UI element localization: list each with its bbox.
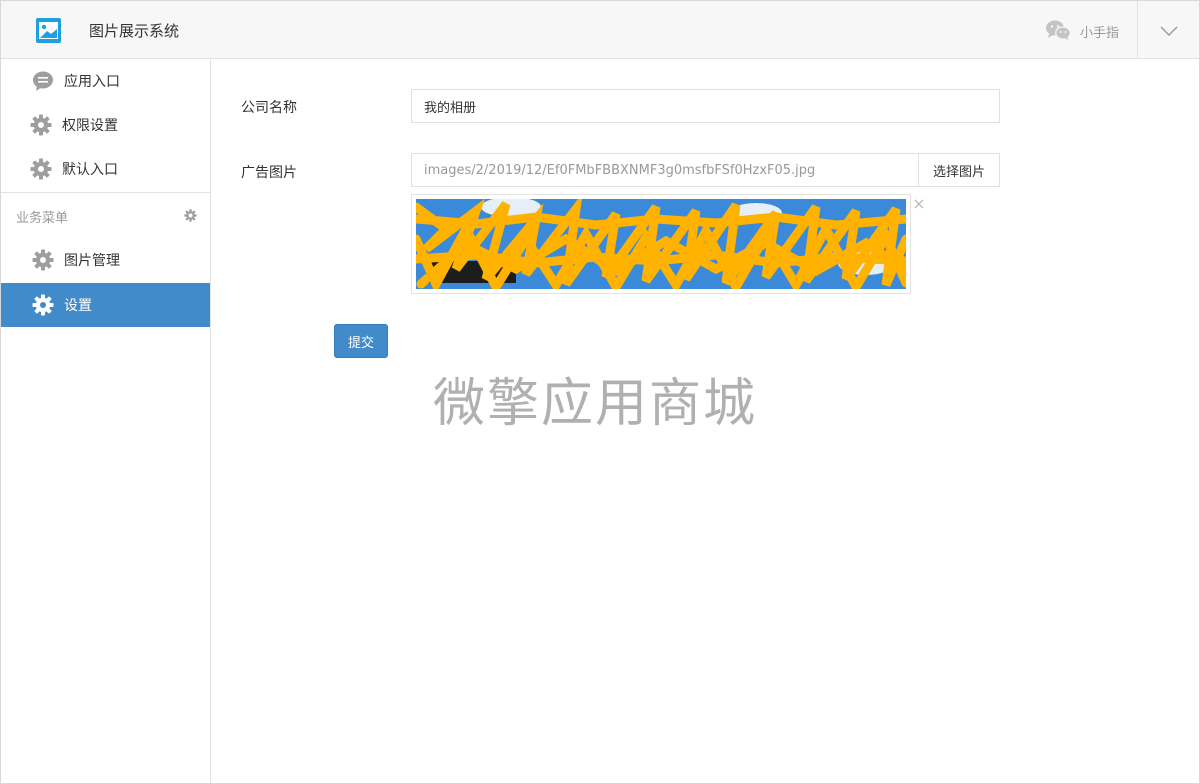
gear-icon xyxy=(32,294,54,316)
redacted-image xyxy=(416,199,906,289)
image-icon xyxy=(36,18,61,43)
gear-icon xyxy=(30,158,52,180)
sidebar-item-label: 图片管理 xyxy=(64,253,120,269)
chevron-down-icon xyxy=(1160,21,1178,40)
sidebar-item-label: 应用入口 xyxy=(64,74,120,90)
sidebar-item-settings[interactable]: 设置 xyxy=(1,283,210,327)
ad-image-preview xyxy=(411,194,911,294)
company-name-input[interactable] xyxy=(411,89,1000,123)
watermark-text: 微擎应用商城 xyxy=(433,374,758,434)
ad-image-path-input[interactable] xyxy=(411,153,920,187)
sidebar-item-label: 默认入口 xyxy=(62,162,118,178)
top-header: 图片展示系统 小手指 xyxy=(1,1,1199,59)
app-title: 图片展示系统 xyxy=(89,22,180,40)
sidebar-item-label: 权限设置 xyxy=(62,118,118,134)
remove-image-button[interactable]: × xyxy=(912,196,926,212)
gear-icon[interactable] xyxy=(184,207,197,222)
sidebar-item-image-management[interactable]: 图片管理 xyxy=(1,238,210,282)
gear-icon xyxy=(32,249,54,271)
account-menu-toggle[interactable] xyxy=(1138,1,1199,59)
company-name-label: 公司名称 xyxy=(241,100,297,116)
submit-button[interactable]: 提交 xyxy=(334,324,388,358)
sidebar: 应用入口 权限设置 默认入口 业务菜单 图片管理 设置 xyxy=(1,59,211,783)
sidebar-item-app-entry[interactable]: 应用入口 xyxy=(1,59,210,103)
choose-image-button[interactable]: 选择图片 xyxy=(918,153,1000,187)
sidebar-item-default-entry[interactable]: 默认入口 xyxy=(1,147,210,191)
sidebar-section-title: 业务菜单 xyxy=(16,211,69,226)
username[interactable]: 小手指 xyxy=(1080,22,1119,41)
sidebar-item-permissions[interactable]: 权限设置 xyxy=(1,103,210,147)
gear-icon xyxy=(30,114,52,136)
app-window: 图片展示系统 小手指 应用入口 权限设置 默认入口 业务菜单 图片管理 设置 公… xyxy=(0,0,1200,784)
sidebar-divider xyxy=(1,192,210,193)
sidebar-item-label: 设置 xyxy=(64,298,92,314)
wechat-icon xyxy=(1045,19,1071,41)
chat-icon xyxy=(32,70,54,92)
ad-image-label: 广告图片 xyxy=(241,165,297,181)
